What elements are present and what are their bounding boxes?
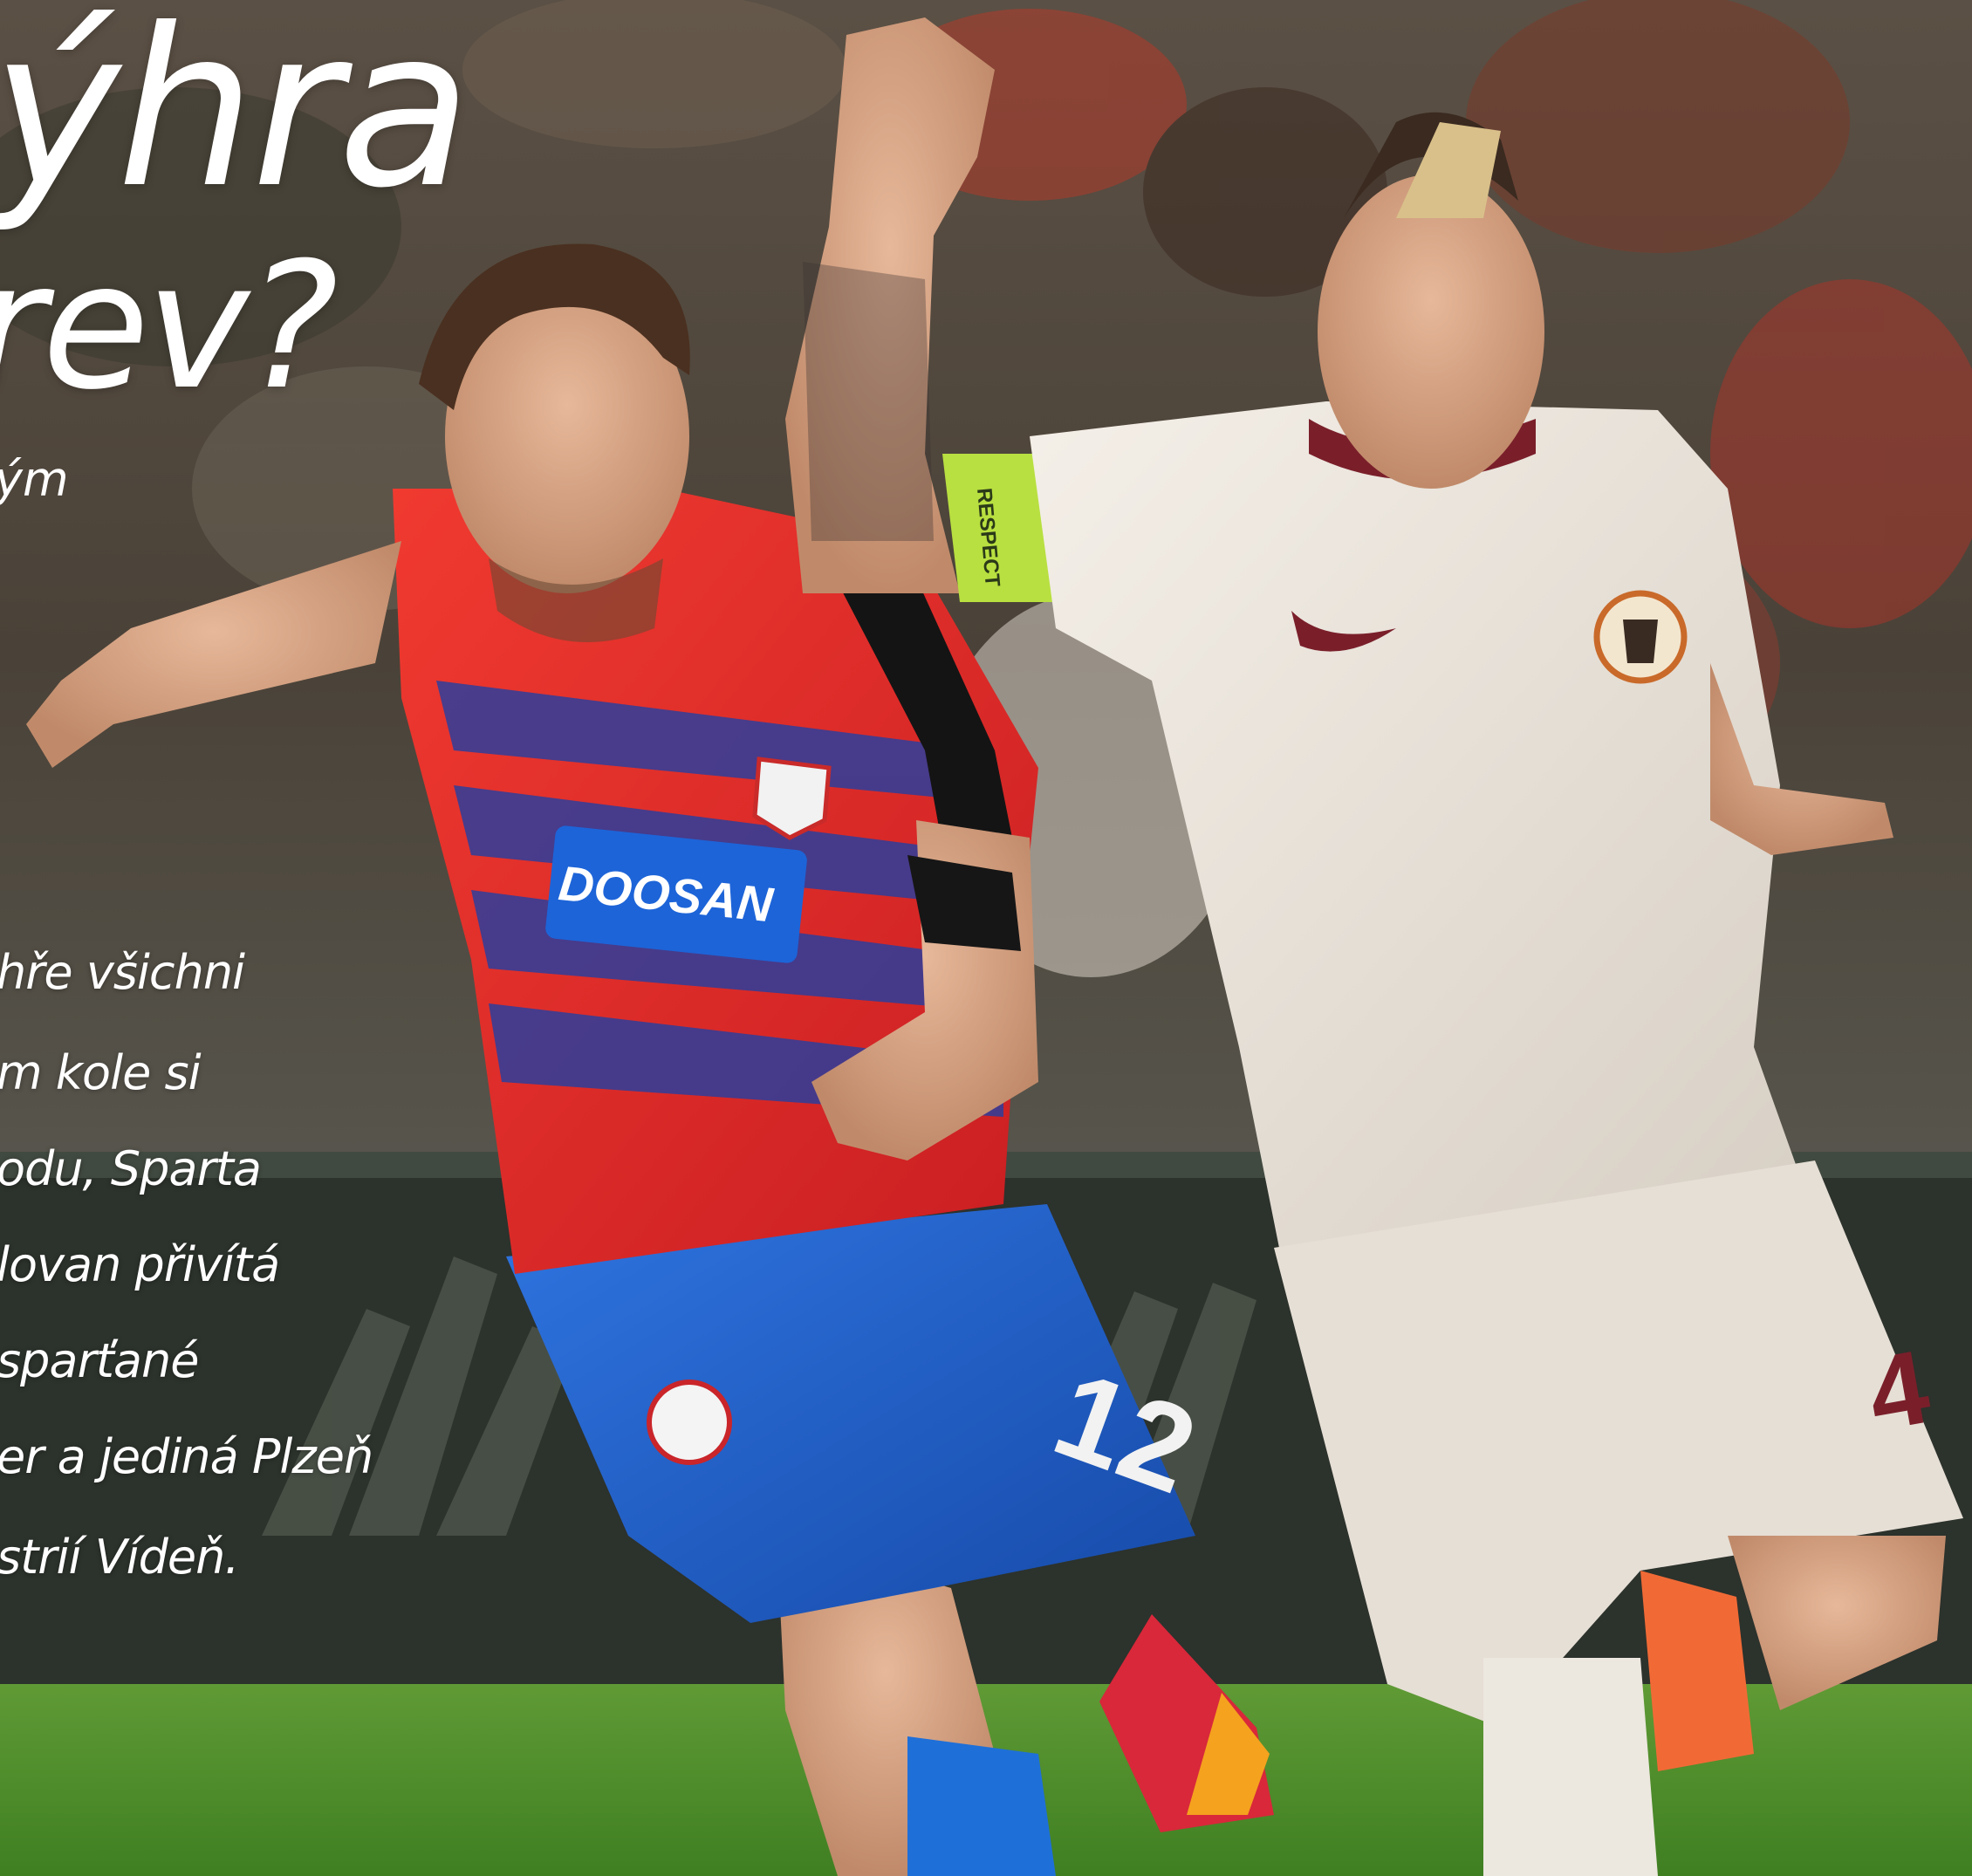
headline-line-1: ýhra xyxy=(0,0,471,236)
subheadline: ým xyxy=(0,452,69,507)
body-line-5: sparťané xyxy=(0,1333,199,1388)
headline-line-2: rev? xyxy=(0,225,339,428)
body-line-1: hře všichni xyxy=(0,945,245,1000)
body-line-2: m kole si xyxy=(0,1045,202,1100)
body-line-4: lovan přivítá xyxy=(0,1237,280,1292)
body-line-3: odu, Sparta xyxy=(0,1141,262,1196)
plzen-shorts-crest xyxy=(647,1380,732,1465)
body-line-6: er a jediná Plzeň xyxy=(0,1429,373,1484)
body-line-7: strií Vídeň. xyxy=(0,1530,240,1585)
player-right-head xyxy=(1318,175,1544,489)
